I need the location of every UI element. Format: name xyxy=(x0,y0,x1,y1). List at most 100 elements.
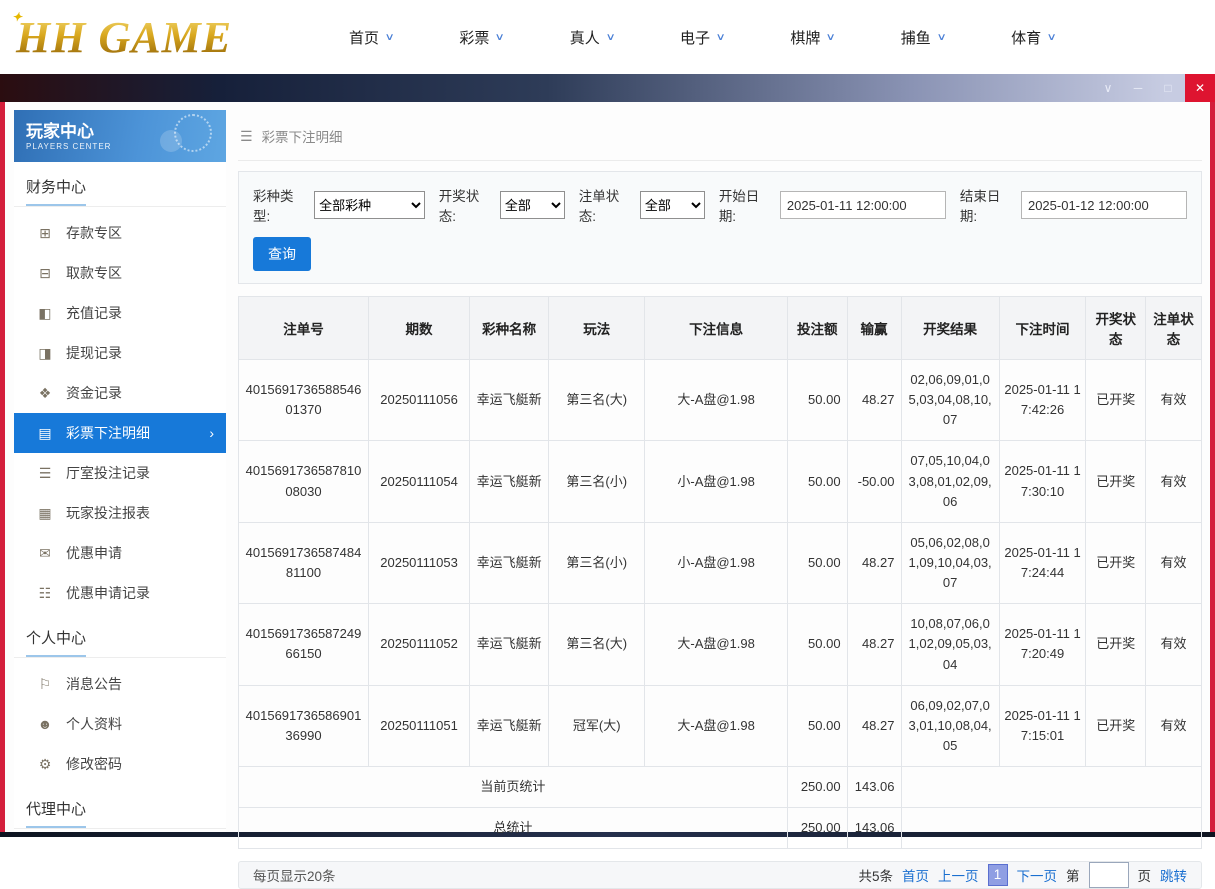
section-personal-center: 个人中心 xyxy=(14,613,226,658)
chevron-down-icon: ∨ xyxy=(1046,31,1057,43)
next-page-link[interactable]: 下一页 xyxy=(1017,865,1058,885)
sidebar-item-change-password[interactable]: ⚙ 修改密码 xyxy=(14,744,226,784)
column-header: 下注信息 xyxy=(644,296,788,360)
table-header-row: 注单号 期数 彩种名称 玩法 下注信息 投注额 输赢 开奖结果 下注时间 开奖状… xyxy=(238,296,1202,360)
sidebar-item-lottery-bet-details[interactable]: ▤ 彩票下注明细 › xyxy=(14,413,226,453)
sidebar-item-label: 优惠申请 xyxy=(66,545,122,561)
cell-amount: 50.00 xyxy=(786,603,848,686)
main-menu: 首页 ∨ 彩票 ∨ 真人 ∨ 电子 ∨ 棋牌 ∨ 捕鱼 ∨ 体育 ∨ xyxy=(349,27,1057,48)
summary-row-total: 总统计 250.00 143.06 xyxy=(238,807,1202,850)
start-date-input[interactable] xyxy=(779,191,946,219)
chevron-down-icon: ∨ xyxy=(825,31,837,43)
cell-bet-id: 401569173658854601370 xyxy=(238,358,369,442)
window-maximize-button[interactable]: □ xyxy=(1155,74,1181,102)
sidebar-item-promo-apply-records[interactable]: ☷ 优惠申请记录 xyxy=(14,573,226,613)
table-row: 401569173658748481100 20250111053 幸运飞艇新 … xyxy=(238,521,1202,605)
nav-item-lottery[interactable]: 彩票 ∨ xyxy=(459,27,505,48)
main-content: ☰ 彩票下注明细 彩种类型: 全部彩种 开奖状态: 全部 注单状态: 全部 开始… xyxy=(238,110,1202,889)
summary-label: 总统计 xyxy=(238,807,788,850)
nav-item-label: 首页 xyxy=(349,29,380,47)
chevron-down-icon: ∨ xyxy=(715,31,726,43)
app-frame: 玩家中心 PLAYERS CENTER 财务中心 ⊞ 存款专区 ⊟ 取款专区 ◧… xyxy=(0,102,1215,889)
sidebar-item-label: 彩票下注明细 xyxy=(66,425,150,441)
sidebar-item-deposit[interactable]: ⊞ 存款专区 xyxy=(14,213,226,253)
cell-draw-status: 已开奖 xyxy=(1085,440,1147,523)
cell-lottery: 幸运飞艇新 xyxy=(469,358,550,442)
sidebar-subtitle: PLAYERS CENTER xyxy=(26,142,112,151)
sidebar-item-hall-bet-records[interactable]: ☰ 厅室投注记录 xyxy=(14,453,226,493)
table-row: 401569173658724966150 20250111052 幸运飞艇新 … xyxy=(238,603,1202,686)
nav-item-label: 捕鱼 xyxy=(900,29,931,47)
column-header: 彩种名称 xyxy=(469,296,550,360)
nav-item-board-games[interactable]: 棋牌 ∨ xyxy=(790,27,837,48)
column-header: 输赢 xyxy=(846,296,902,360)
sidebar-item-profile[interactable]: ☻ 个人资料 xyxy=(14,704,226,744)
summary-win-loss: 143.06 xyxy=(846,766,902,809)
window-collapse-button[interactable]: ∨ xyxy=(1095,74,1121,102)
cell-amount: 50.00 xyxy=(786,684,848,768)
sidebar: 玩家中心 PLAYERS CENTER 财务中心 ⊞ 存款专区 ⊟ 取款专区 ◧… xyxy=(14,110,226,832)
lottery-type-label: 彩种类型: xyxy=(253,189,294,224)
menu-icon[interactable]: ☰ xyxy=(240,128,253,145)
sidebar-item-withdraw-zone[interactable]: ⊟ 取款专区 xyxy=(14,253,226,293)
column-header: 玩法 xyxy=(548,296,646,360)
column-header: 注单号 xyxy=(238,296,369,360)
sidebar-item-player-bet-report[interactable]: ▦ 玩家投注报表 xyxy=(14,493,226,533)
cell-bet-id: 401569173658781008030 xyxy=(238,440,369,523)
logo: HH GAME xyxy=(10,10,301,63)
cell-bet-id: 401569173658748481100 xyxy=(238,521,369,605)
cell-bet-info: 大-A盘@1.98 xyxy=(644,603,788,686)
window-close-button[interactable]: ✕ xyxy=(1185,74,1215,102)
chevron-down-icon: ∨ xyxy=(384,31,395,43)
nav-item-slots[interactable]: 电子 ∨ xyxy=(680,27,726,48)
jump-button[interactable]: 跳转 xyxy=(1160,865,1187,885)
jump-page-input[interactable] xyxy=(1088,862,1129,889)
end-date-label: 结束日期: xyxy=(959,189,1001,224)
nav-item-live[interactable]: 真人 ∨ xyxy=(570,27,616,48)
order-status-label: 注单状态: xyxy=(578,189,620,224)
cell-order-status: 有效 xyxy=(1145,603,1202,686)
nav-item-home[interactable]: 首页 ∨ xyxy=(349,27,395,48)
column-header: 期数 xyxy=(367,296,471,360)
lottery-type-select[interactable]: 全部彩种 xyxy=(314,191,425,219)
search-button[interactable]: 查询 xyxy=(253,237,311,271)
sidebar-title: 玩家中心 xyxy=(26,122,94,141)
nav-item-fishing[interactable]: 捕鱼 ∨ xyxy=(900,27,947,48)
first-page-link[interactable]: 首页 xyxy=(902,865,929,885)
sidebar-item-withdraw-records[interactable]: ◨ 提现记录 xyxy=(14,333,226,373)
cell-order-status: 有效 xyxy=(1145,521,1202,605)
cash-icon: ◨ xyxy=(38,344,52,361)
window-minimize-button[interactable]: ─ xyxy=(1125,74,1151,102)
pager: 共5条 首页 上一页 1 下一页 第 页 跳转 xyxy=(858,862,1187,889)
chevron-down-icon: ∨ xyxy=(605,31,616,43)
order-status-select[interactable]: 全部 xyxy=(639,191,705,219)
filter-panel: 彩种类型: 全部彩种 开奖状态: 全部 注单状态: 全部 开始日期: 结束日期:… xyxy=(238,171,1202,284)
sidebar-item-messages[interactable]: ⚐ 消息公告 xyxy=(14,664,226,704)
column-header: 投注额 xyxy=(786,296,848,360)
moneybag-icon: ❖ xyxy=(38,384,52,401)
cell-result: 06,09,02,07,03,01,10,08,04,05 xyxy=(900,684,1000,768)
prev-page-link[interactable]: 上一页 xyxy=(938,865,979,885)
sidebar-item-funds-records[interactable]: ❖ 资金记录 xyxy=(14,373,226,413)
cell-draw-status: 已开奖 xyxy=(1085,603,1147,686)
nav-item-sports[interactable]: 体育 ∨ xyxy=(1011,27,1057,48)
summary-amount: 250.00 xyxy=(786,766,848,809)
cell-win-loss: 48.27 xyxy=(846,684,902,768)
bell-icon: ⚐ xyxy=(38,675,52,692)
cell-result: 10,08,07,06,01,02,09,05,03,04 xyxy=(900,603,1000,686)
cell-bet-time: 2025-01-11 17:20:49 xyxy=(998,603,1087,686)
sidebar-item-promo-apply[interactable]: ✉ 优惠申请 xyxy=(14,533,226,573)
draw-status-select[interactable]: 全部 xyxy=(499,191,565,219)
cell-bet-time: 2025-01-11 17:30:10 xyxy=(998,440,1087,523)
jump-suffix: 页 xyxy=(1137,869,1152,885)
cell-draw-status: 已开奖 xyxy=(1085,358,1147,442)
end-date-input[interactable] xyxy=(1020,191,1187,219)
sidebar-item-label: 消息公告 xyxy=(66,676,122,692)
top-navigation: HH GAME 首页 ∨ 彩票 ∨ 真人 ∨ 电子 ∨ 棋牌 ∨ 捕鱼 ∨ 体育… xyxy=(0,0,1215,74)
current-page[interactable]: 1 xyxy=(987,864,1008,887)
cell-bet-info: 大-A盘@1.98 xyxy=(644,684,788,768)
summary-amount: 250.00 xyxy=(786,807,848,850)
cell-order-status: 有效 xyxy=(1145,358,1202,442)
sidebar-item-recharge-records[interactable]: ◧ 充值记录 xyxy=(14,293,226,333)
cell-win-loss: 48.27 xyxy=(846,358,902,442)
